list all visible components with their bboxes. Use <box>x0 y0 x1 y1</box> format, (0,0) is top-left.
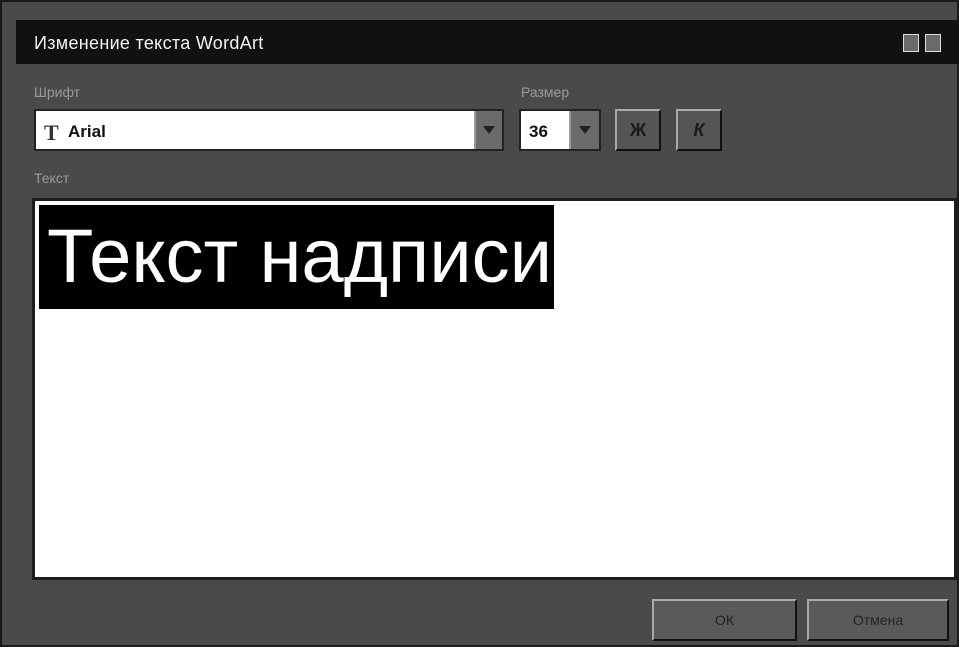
bold-button[interactable]: Ж <box>615 109 661 151</box>
italic-icon: К <box>693 119 705 140</box>
size-value: 36 <box>529 122 548 141</box>
selected-text: Текст надписи <box>39 205 555 309</box>
wordart-edit-dialog: Изменение текста WordArt Шрифт T Arial Р… <box>0 0 959 647</box>
chevron-down-icon <box>483 126 495 134</box>
wordart-text-input[interactable]: Текст надписи <box>32 198 957 580</box>
chevron-down-icon <box>579 126 591 134</box>
cancel-label: Отмена <box>852 612 904 628</box>
size-dropdown-button[interactable] <box>569 111 599 149</box>
cancel-button[interactable]: Отмена <box>807 599 949 641</box>
font-select[interactable]: T Arial <box>34 109 504 151</box>
italic-button[interactable]: К <box>676 109 722 151</box>
text-label: Текст <box>34 170 70 186</box>
close-button[interactable] <box>925 34 941 52</box>
bold-icon: Ж <box>629 119 647 140</box>
font-dropdown-button[interactable] <box>474 111 502 149</box>
title-bar: Изменение текста WordArt <box>16 20 959 64</box>
truetype-font-icon: T <box>44 120 59 145</box>
ok-button[interactable]: ОК <box>652 599 797 641</box>
ok-label: ОК <box>714 612 735 628</box>
size-label: Размер <box>521 84 570 100</box>
size-select[interactable]: 36 <box>519 109 601 151</box>
font-label: Шрифт <box>34 84 81 100</box>
help-button[interactable] <box>903 34 919 52</box>
window-title: Изменение текста WordArt <box>34 33 264 53</box>
font-value: Arial <box>68 122 106 141</box>
